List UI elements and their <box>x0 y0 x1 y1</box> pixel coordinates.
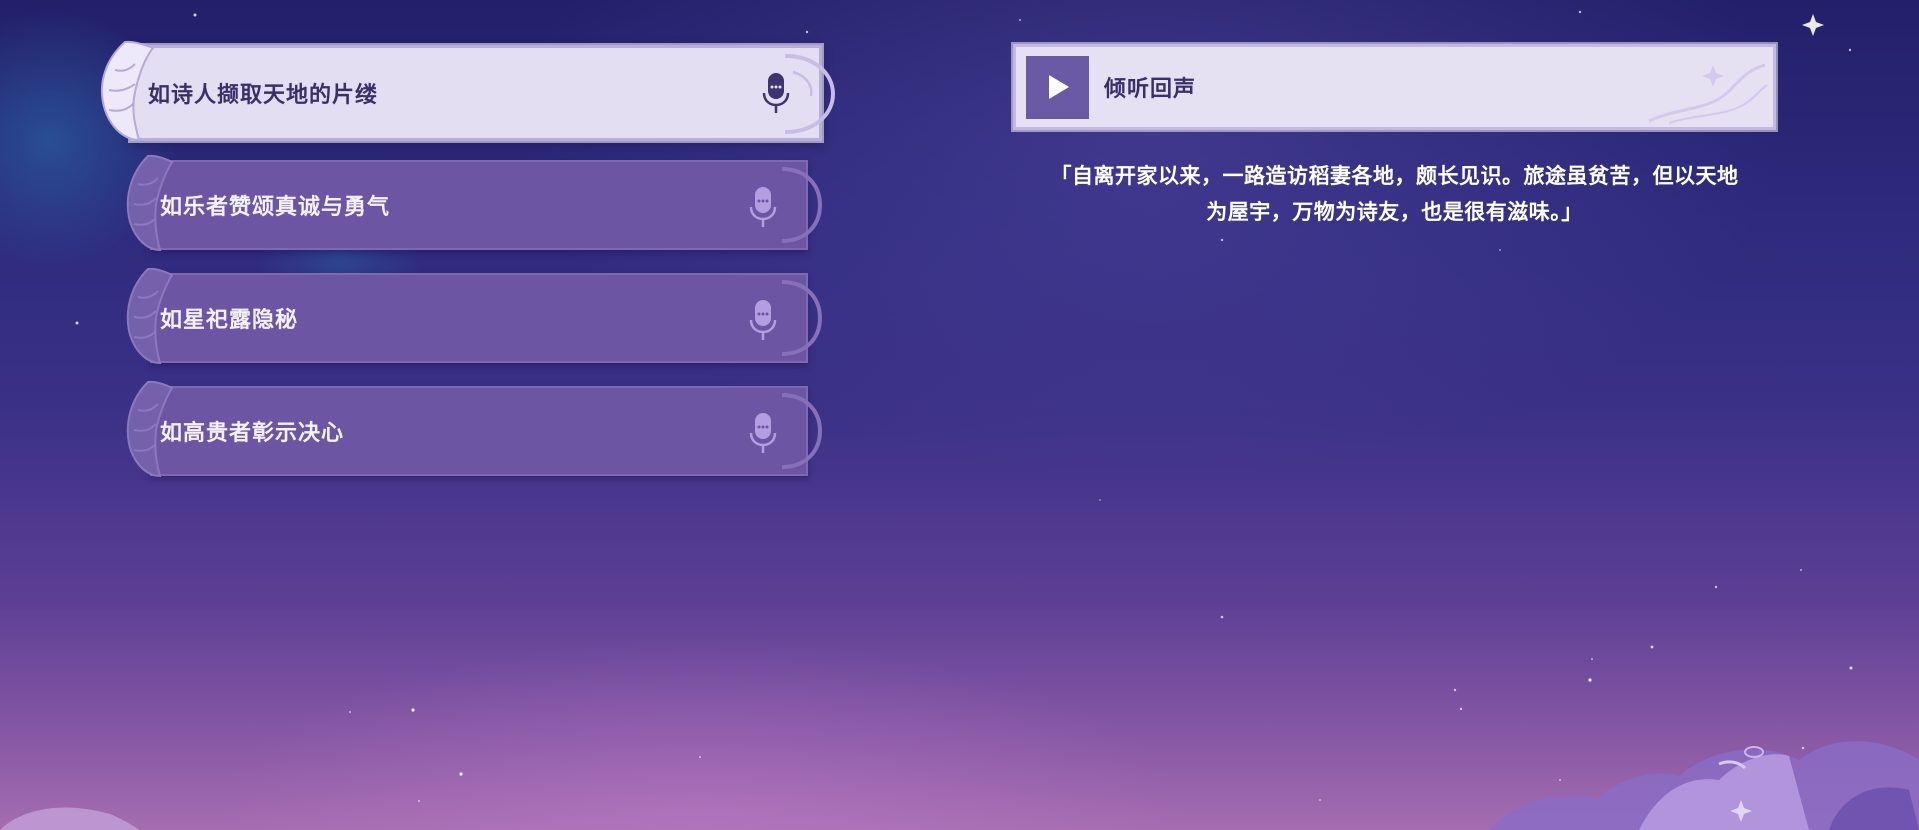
conch-shell-icon <box>126 267 174 365</box>
option-label: 如诗人撷取天地的片缕 <box>148 83 379 108</box>
shell-endcap-ornament <box>781 280 822 356</box>
quote-line: 为屋宇，万物为诗友，也是很有滋味。」 <box>1206 200 1583 224</box>
microphone-icon <box>749 300 777 340</box>
voice-option-3[interactable]: 如星祀露隐秘 <box>126 267 822 365</box>
option-label: 如乐者赞颂真诚与勇气 <box>160 195 391 220</box>
shell-endcap-ornament <box>781 393 822 469</box>
voice-option-2[interactable]: 如乐者赞颂真诚与勇气 <box>126 154 822 252</box>
play-icon <box>1048 75 1069 99</box>
voice-option-1[interactable]: 如诗人撷取天地的片缕 <box>100 40 835 142</box>
voice-option-4[interactable]: 如高贵者彰示决心 <box>126 380 822 478</box>
option-label: 如高贵者彰示决心 <box>160 421 345 446</box>
listen-echo-bar[interactable]: 倾听回声 <box>1013 44 1776 130</box>
microphone-icon <box>749 413 777 453</box>
wave-decoration <box>0 807 140 830</box>
wave-ornament <box>1648 63 1768 124</box>
quote-line: 「自离开家以来，一路造访稻妻各地，颇长见识。旅途虽贫苦，但以天地 <box>1050 164 1739 188</box>
microphone-icon <box>749 187 777 227</box>
shell-endcap-ornament <box>781 167 822 243</box>
shell-endcap-ornament <box>784 54 835 134</box>
seashell-wave-decoration <box>1489 741 1919 830</box>
conch-shell-icon <box>126 154 174 252</box>
listen-echo-label: 倾听回声 <box>1104 77 1197 102</box>
conch-shell-icon <box>126 380 174 478</box>
play-button[interactable] <box>1026 55 1089 119</box>
conch-shell-icon <box>100 40 155 142</box>
echo-quote-text: 「自离开家以来，一路造访稻妻各地，颇长见识。旅途虽贫苦，但以天地 为屋宇，万物为… <box>1013 158 1776 230</box>
